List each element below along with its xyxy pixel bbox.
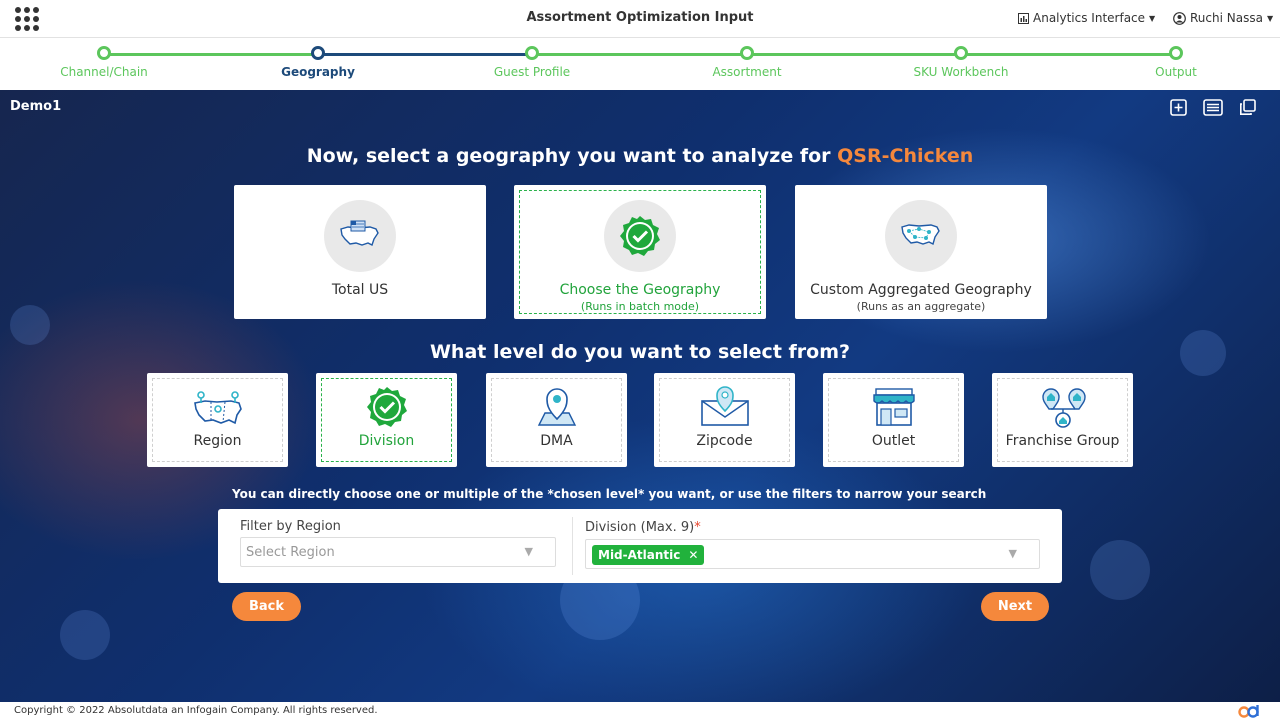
step-dot [97, 46, 111, 60]
option-title: Custom Aggregated Geography [810, 282, 1032, 298]
category-name: QSR-Chicken [837, 145, 974, 167]
icon-circle [885, 200, 957, 272]
analytics-interface-label: Analytics Interface [1033, 11, 1146, 25]
dropdown-arrow-icon: ▼ [524, 545, 533, 558]
step-guest-profile[interactable]: Guest Profile [462, 46, 602, 79]
background-decoration [10, 305, 50, 345]
background-decoration [1090, 540, 1150, 600]
checkmark-badge-icon [366, 387, 407, 427]
bar-chart-icon [1018, 12, 1029, 24]
chevron-down-icon: ▼ [1266, 13, 1274, 23]
level-label: Zipcode [696, 433, 753, 449]
back-button[interactable]: Back [232, 592, 301, 621]
step-label: SKU Workbench [913, 65, 1009, 79]
footer: Copyright © 2022 Absolutdata an Infogain… [0, 702, 1280, 720]
project-name: Demo1 [10, 99, 62, 114]
dma-pin-icon [537, 388, 576, 426]
step-geography[interactable]: Geography [248, 46, 388, 79]
step-label: Geography [281, 65, 355, 79]
company-logo-icon [1238, 705, 1259, 718]
level-label: Outlet [871, 433, 916, 449]
us-map-network-icon [901, 224, 940, 246]
step-dot [740, 46, 754, 60]
required-marker: * [694, 520, 701, 535]
level-option-zipcode[interactable]: Zipcode [654, 373, 795, 467]
heading-text: Now, select a geography you want to anal… [306, 145, 831, 167]
level-label: Franchise Group [1005, 433, 1120, 449]
step-output[interactable]: Output [1106, 46, 1246, 79]
step-label: Output [1155, 65, 1197, 79]
option-subtitle: (Runs as an aggregate) [856, 300, 986, 313]
geography-heading: Now, select a geography you want to anal… [0, 145, 1280, 167]
step-label: Guest Profile [493, 65, 571, 79]
geo-option-custom-aggregated[interactable]: Custom Aggregated Geography (Runs as an … [795, 185, 1047, 319]
franchise-houses-icon [1041, 388, 1086, 428]
background-decoration [60, 610, 110, 660]
option-title: Total US [331, 282, 389, 298]
chevron-down-icon: ▼ [1149, 13, 1156, 23]
step-dot [311, 46, 325, 60]
step-sku-workbench[interactable]: SKU Workbench [891, 46, 1031, 79]
dropdown-arrow-icon: ▼ [1008, 547, 1017, 560]
division-multiselect[interactable]: Mid-Atlantic ✕ ▼ [585, 539, 1040, 569]
user-name: Ruchi Nassa [1190, 11, 1263, 25]
level-option-division[interactable]: Division [316, 373, 457, 467]
level-option-region[interactable]: Region [147, 373, 288, 467]
storefront-icon [872, 388, 915, 426]
region-filter-label: Filter by Region [240, 519, 341, 534]
region-select-placeholder: Select Region [246, 545, 335, 560]
progress-stepper: Channel/Chain Geography Guest Profile As… [0, 38, 1280, 90]
copyright-text: Copyright © 2022 Absolutdata an Infogain… [14, 705, 378, 716]
step-dot [1169, 46, 1183, 60]
zipcode-envelope-icon [700, 386, 749, 426]
step-label: Channel/Chain [60, 65, 148, 79]
filter-panel: Filter by Region Select Region ▼ Divisio… [218, 509, 1062, 583]
add-icon[interactable] [1170, 99, 1187, 116]
level-label: Division [358, 433, 415, 449]
division-label-text: Division (Max. 9) [585, 520, 695, 535]
panel-divider [572, 517, 573, 575]
user-avatar-icon [1173, 11, 1186, 25]
user-menu[interactable]: Ruchi Nassa ▼ [1173, 11, 1273, 25]
level-label: Region [193, 433, 242, 449]
main-stage: Demo1 Now, select a geography you want t… [0, 90, 1280, 702]
step-dot [954, 46, 968, 60]
level-option-franchise-group[interactable]: Franchise Group [992, 373, 1133, 467]
geo-option-choose-geography[interactable]: Choose the Geography (Runs in batch mode… [514, 185, 766, 319]
step-dot [525, 46, 539, 60]
region-select[interactable]: Select Region ▼ [240, 537, 556, 567]
remove-chip-icon[interactable]: ✕ [688, 548, 698, 562]
toolbar [1170, 99, 1256, 116]
level-heading: What level do you want to select from? [429, 341, 851, 363]
level-option-outlet[interactable]: Outlet [823, 373, 964, 467]
level-label: DMA [540, 433, 573, 449]
division-filter-label: Division (Max. 9)* [585, 520, 701, 535]
next-button[interactable]: Next [981, 592, 1049, 621]
chip-label: Mid-Atlantic [598, 548, 681, 562]
level-option-dma[interactable]: DMA [486, 373, 627, 467]
step-channel-chain[interactable]: Channel/Chain [34, 46, 174, 79]
selection-border [519, 190, 761, 314]
region-map-icon [193, 391, 242, 425]
step-connector [532, 53, 1176, 56]
icon-circle [324, 200, 396, 272]
us-map-flag-icon [340, 220, 379, 246]
selected-division-chip: Mid-Atlantic ✕ [592, 545, 705, 565]
step-label: Assortment [712, 65, 782, 79]
step-assortment[interactable]: Assortment [677, 46, 817, 79]
geo-option-total-us[interactable]: Total US [234, 185, 486, 319]
top-bar: Assortment Optimization Input Analytics … [0, 0, 1280, 38]
analytics-interface-menu[interactable]: Analytics Interface ▼ [1018, 11, 1155, 25]
selection-hint: You can directly choose one or multiple … [232, 487, 987, 501]
list-icon[interactable] [1203, 99, 1223, 116]
copy-icon[interactable] [1239, 99, 1256, 116]
